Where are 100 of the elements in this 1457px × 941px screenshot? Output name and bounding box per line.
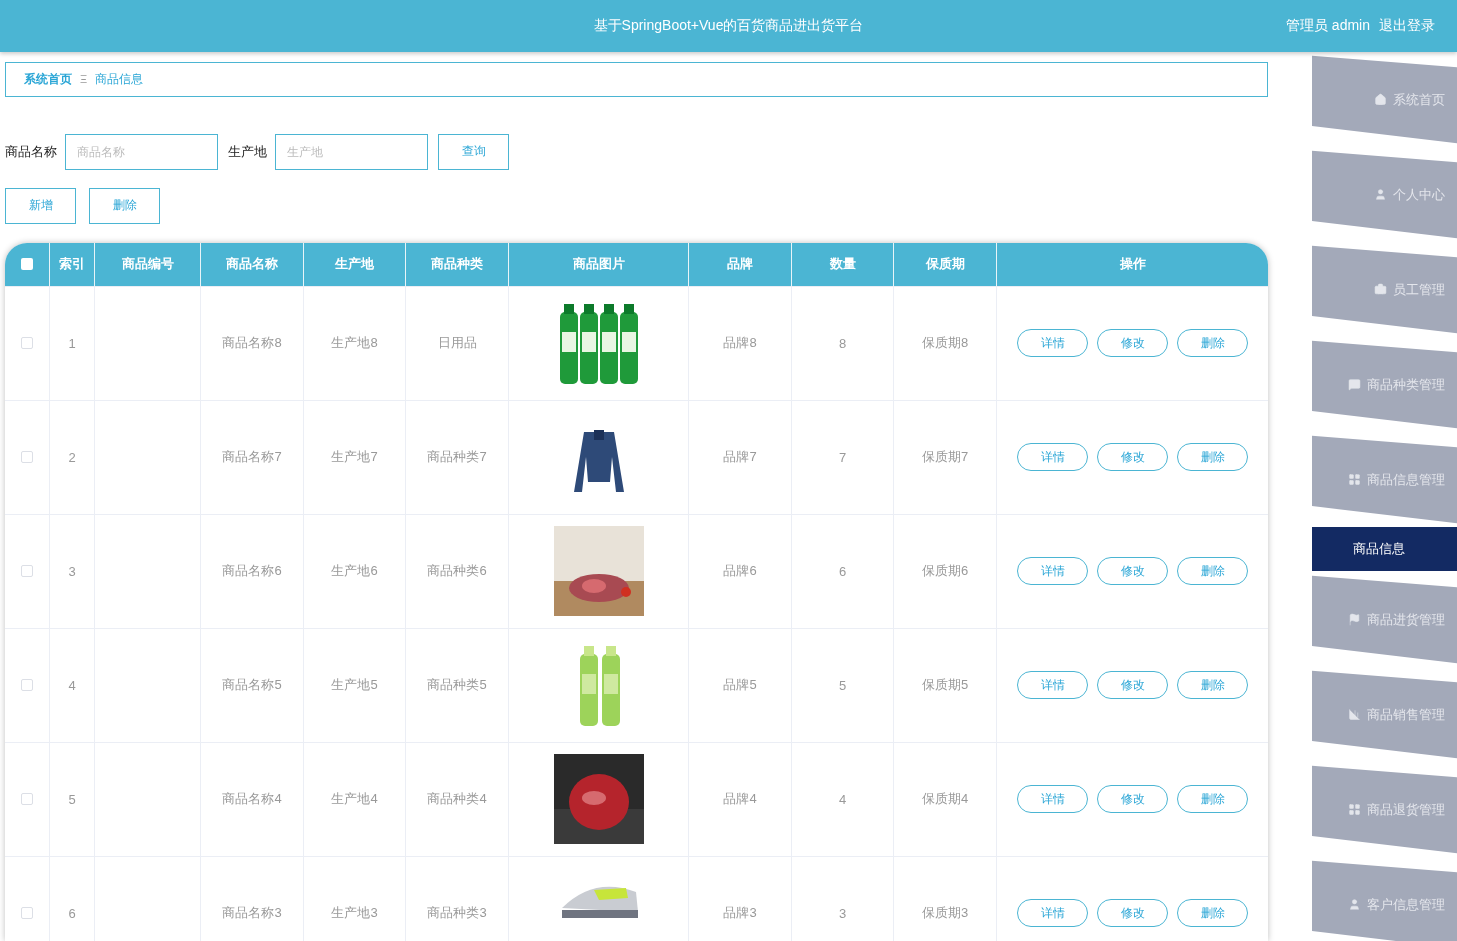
table-cell: 2 [49,400,94,514]
row-action-button[interactable]: 删除 [1177,557,1248,586]
column-header: 商品编号 [94,242,200,286]
table-cell: 商品名称5 [200,628,303,742]
breadcrumb-link[interactable]: 商品信息 [95,70,144,88]
table-cell: 品牌8 [688,286,791,400]
table-cell: 品牌3 [688,856,791,941]
menu-icon [1348,613,1361,626]
row-action-button[interactable]: 修改 [1097,329,1168,358]
logout-link[interactable]: 退出登录 [1379,17,1435,35]
table-cell: 6 [791,514,893,628]
table-cell: 商品名称8 [200,286,303,400]
user-label: 管理员 admin [1285,17,1370,35]
column-header: 商品图片 [508,242,688,286]
field-label: 商品名称 [5,142,57,161]
search-field[interactable]: 生产地 [275,133,428,170]
table-cell: 6 [49,856,94,941]
row-action-button[interactable]: 修改 [1097,785,1168,814]
row-action-button[interactable]: 详情 [1017,785,1088,814]
row-checkbox[interactable] [21,451,33,464]
breadcrumb-link[interactable]: 系统首页 [24,70,72,88]
row-action-button[interactable]: 修改 [1097,671,1168,700]
row-action-button[interactable]: 删除 [1177,785,1248,814]
column-header: 品牌 [688,242,791,286]
row-action-button[interactable]: 修改 [1097,557,1168,586]
table-cell: 保质期7 [893,400,996,514]
row-action-button[interactable]: 修改 [1097,899,1168,928]
search-field[interactable]: 商品名称 [65,133,218,170]
row-action-button[interactable]: 删除 [1177,443,1248,472]
menu-icon [1348,898,1361,911]
table-cell: 商品名称6 [200,514,303,628]
menu-icon [1348,378,1361,391]
table-cell: 4 [49,628,94,742]
menu-icon [1374,93,1387,106]
table-cell: 5 [791,628,893,742]
table-cell: 商品种类3 [405,856,508,941]
action-button[interactable]: 删除 [89,187,160,224]
table-cell: 品牌4 [688,742,791,856]
table-cell: 4 [791,742,893,856]
table-cell: 品牌7 [688,400,791,514]
row-action-button[interactable]: 详情 [1017,329,1088,358]
table-cell: 8 [791,286,893,400]
row-action-button[interactable]: 详情 [1017,671,1088,700]
row-action-button[interactable]: 删除 [1177,899,1248,928]
menu-icon [1374,283,1387,296]
table-cell: 保质期5 [893,628,996,742]
table-cell: 1 [49,286,94,400]
row-checkbox[interactable] [21,565,33,578]
field-label: 生产地 [228,142,267,161]
table-cell: 商品名称4 [200,742,303,856]
table-cell: 商品种类6 [405,514,508,628]
row-checkbox[interactable] [21,679,33,692]
table-cell: 品牌6 [688,514,791,628]
action-button[interactable]: 新增 [5,187,76,224]
table-cell: 保质期8 [893,286,996,400]
menu-icon [1348,708,1361,721]
table-cell: 生产地7 [303,400,405,514]
table-cell: 3 [49,514,94,628]
table-cell: 商品种类5 [405,628,508,742]
table-cell: 商品种类4 [405,742,508,856]
menu-icon [1374,188,1387,201]
menu-icon [1348,473,1361,486]
table-cell: 日用品 [405,286,508,400]
column-header: 商品名称 [200,242,303,286]
search-button[interactable]: 查询 [438,133,509,170]
table-cell: 生产地5 [303,628,405,742]
row-checkbox[interactable] [21,337,33,350]
table-cell: 保质期6 [893,514,996,628]
row-action-button[interactable]: 删除 [1177,329,1248,358]
row-checkbox[interactable] [21,793,33,806]
table-cell: 保质期4 [893,742,996,856]
table-cell: 5 [49,742,94,856]
sidebar-item[interactable]: 商品信息 [1312,527,1457,571]
column-header: 保质期 [893,242,996,286]
table-cell: 生产地4 [303,742,405,856]
table-cell: 商品名称3 [200,856,303,941]
column-header: 商品种类 [405,242,508,286]
table-cell: 生产地8 [303,286,405,400]
row-action-button[interactable]: 详情 [1017,557,1088,586]
column-header: 生产地 [303,242,405,286]
row-checkbox[interactable] [21,907,33,920]
table-cell: 保质期3 [893,856,996,941]
table-cell: 商品名称7 [200,400,303,514]
table-cell: 3 [791,856,893,941]
row-action-button[interactable]: 详情 [1017,899,1088,928]
table-cell: 生产地3 [303,856,405,941]
row-action-button[interactable]: 详情 [1017,443,1088,472]
table-cell: 品牌5 [688,628,791,742]
breadcrumb-separator: Ξ [80,73,88,86]
table-cell: 生产地6 [303,514,405,628]
table-cell: 7 [791,400,893,514]
select-all-checkbox[interactable] [21,258,33,271]
menu-icon [1348,803,1361,816]
row-action-button[interactable]: 删除 [1177,671,1248,700]
app-title: 基于SpringBoot+Vue的百货商品进出货平台 [593,17,864,35]
column-header: 索引 [49,242,94,286]
row-action-button[interactable]: 修改 [1097,443,1168,472]
column-header: 数量 [791,242,893,286]
table-cell: 商品种类7 [405,400,508,514]
column-header: 操作 [996,242,1268,286]
